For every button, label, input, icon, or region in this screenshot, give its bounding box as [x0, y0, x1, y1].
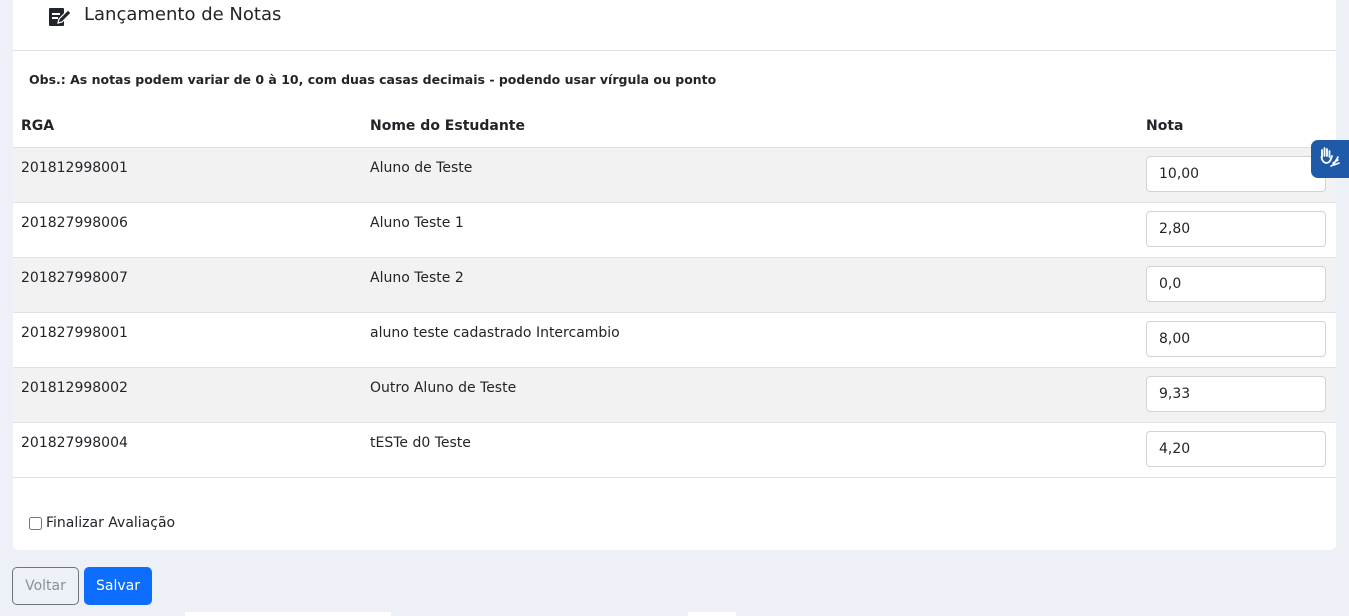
card-header: Lançamento de Notas — [13, 0, 1336, 51]
rga-cell: 201812998001 — [21, 160, 128, 176]
table-row: 201827998004 tESTe d0 Teste — [13, 423, 1336, 478]
student-name-cell: aluno teste cadastrado Intercambio — [370, 325, 620, 341]
finalizar-checkbox[interactable] — [29, 516, 42, 530]
grade-input[interactable] — [1146, 321, 1326, 357]
table-row: 201827998007 Aluno Teste 2 — [13, 258, 1336, 313]
grade-input[interactable] — [1146, 211, 1326, 247]
grading-note: Obs.: As notas podem variar de 0 à 10, c… — [29, 72, 717, 87]
page-title: Lançamento de Notas — [84, 4, 282, 25]
student-name-cell: tESTe d0 Teste — [370, 435, 471, 451]
bottom-edge-element — [185, 612, 391, 616]
column-header-rga: RGA — [21, 118, 55, 134]
finalizar-label: Finalizar Avaliação — [46, 515, 176, 531]
rga-cell: 201812998002 — [21, 380, 128, 396]
table-row: 201812998001 Aluno de Teste — [13, 148, 1336, 203]
column-header-nome: Nome do Estudante — [370, 118, 525, 134]
grade-input[interactable] — [1146, 156, 1326, 192]
grade-input[interactable] — [1146, 266, 1326, 302]
grade-input[interactable] — [1146, 376, 1326, 412]
voltar-button[interactable]: Voltar — [12, 567, 79, 605]
student-name-cell: Aluno Teste 1 — [370, 215, 464, 231]
rga-cell: 201827998001 — [21, 325, 128, 341]
bottom-edge-element — [688, 612, 736, 616]
student-name-cell: Aluno Teste 2 — [370, 270, 464, 286]
rga-cell: 201827998004 — [21, 435, 128, 451]
accessibility-widget-button[interactable] — [1311, 140, 1349, 178]
student-name-cell: Outro Aluno de Teste — [370, 380, 517, 396]
table-row: 201827998001 aluno teste cadastrado Inte… — [13, 313, 1336, 368]
grade-input[interactable] — [1146, 431, 1326, 467]
finalizar-avaliacao[interactable]: Finalizar Avaliação — [29, 513, 175, 533]
table-row: 201812998002 Outro Aluno de Teste — [13, 368, 1336, 423]
table-row: 201827998006 Aluno Teste 1 — [13, 203, 1336, 258]
rga-cell: 201827998007 — [21, 270, 128, 286]
column-header-nota: Nota — [1146, 118, 1184, 134]
grades-card: Lançamento de Notas Obs.: As notas podem… — [13, 0, 1336, 550]
edit-note-icon — [48, 5, 72, 27]
salvar-button[interactable]: Salvar — [84, 567, 152, 605]
rga-cell: 201827998006 — [21, 215, 128, 231]
grades-table: RGA Nome do Estudante Nota 201812998001 … — [13, 105, 1336, 478]
table-header: RGA Nome do Estudante Nota — [13, 105, 1336, 148]
sign-language-hands-icon — [1318, 145, 1342, 173]
student-name-cell: Aluno de Teste — [370, 160, 473, 176]
